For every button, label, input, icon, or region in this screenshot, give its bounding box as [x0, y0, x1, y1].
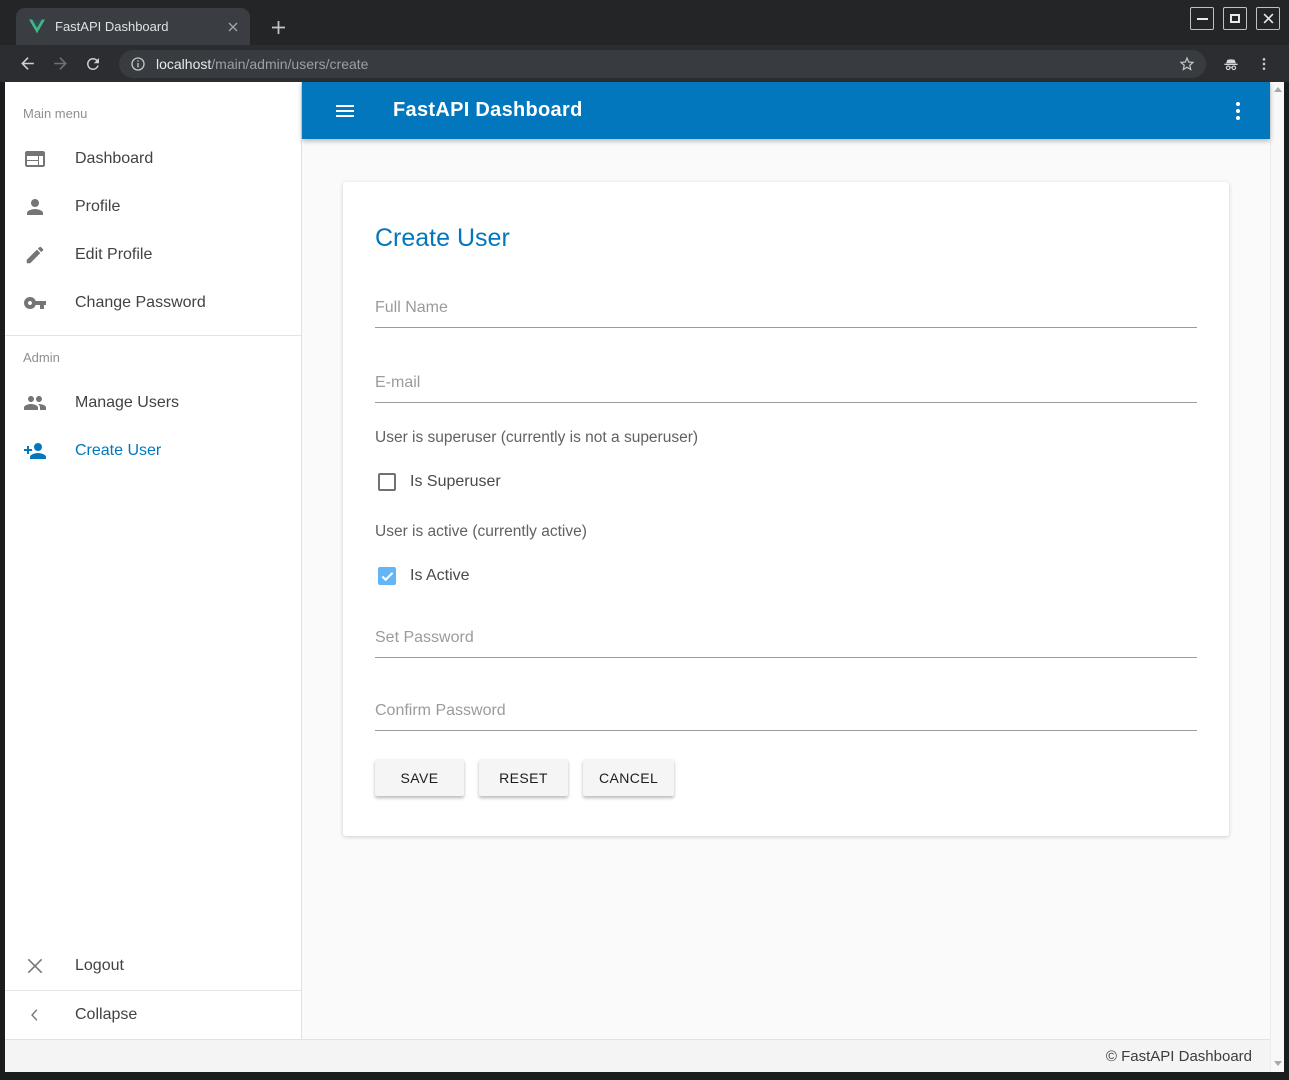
cancel-button[interactable]: CANCEL [583, 759, 674, 796]
main-area: FastAPI Dashboard Create User [302, 82, 1270, 1039]
form-buttons: SAVE RESET CANCEL [375, 759, 1197, 796]
reload-button[interactable] [78, 49, 108, 79]
app-menu-button[interactable] [1218, 91, 1258, 131]
scroll-up-icon[interactable] [1274, 87, 1282, 92]
url-text[interactable]: localhost/main/admin/users/create [156, 56, 1178, 72]
sidebar-section-admin: Admin [5, 344, 301, 379]
page-scrollbar[interactable] [1270, 82, 1284, 1072]
forward-button[interactable] [45, 49, 75, 79]
hamburger-menu-icon[interactable] [325, 91, 365, 131]
sidebar-item-label: Manage Users [75, 394, 179, 412]
sidebar: Main menu Dashboard Profile [5, 82, 302, 1039]
active-hint: User is active (currently active) [375, 523, 1197, 541]
full-name-field-group [375, 299, 1197, 328]
group-icon [23, 391, 47, 415]
sidebar-divider [5, 335, 301, 336]
maximize-button[interactable] [1223, 7, 1247, 30]
email-input[interactable] [375, 374, 1197, 392]
sidebar-item-collapse[interactable]: Collapse [5, 991, 301, 1039]
pencil-icon [23, 243, 47, 267]
confirm-password-input[interactable] [375, 702, 1197, 720]
sidebar-item-logout[interactable]: Logout [5, 942, 301, 990]
browser-titlebar: FastAPI Dashboard [0, 0, 1289, 45]
sidebar-item-dashboard[interactable]: Dashboard [5, 135, 301, 183]
browser-tab[interactable]: FastAPI Dashboard [16, 8, 250, 45]
save-button[interactable]: SAVE [375, 759, 464, 796]
sidebar-item-create-user[interactable]: Create User [5, 427, 301, 475]
active-checkbox-row[interactable]: Is Active [375, 567, 1197, 585]
chevron-left-icon [23, 1003, 47, 1027]
bookmark-star-icon[interactable] [1178, 55, 1196, 73]
sidebar-item-label: Logout [75, 957, 124, 975]
vue-logo-icon [29, 19, 45, 34]
page-info-icon[interactable] [130, 56, 146, 72]
address-bar[interactable]: localhost/main/admin/users/create [119, 50, 1206, 78]
superuser-hint: User is superuser (currently is not a su… [375, 429, 1197, 447]
app-bar: FastAPI Dashboard [302, 82, 1270, 139]
minimize-button[interactable] [1190, 7, 1214, 30]
browser-window: FastAPI Dashboard [0, 0, 1289, 1080]
active-checkbox[interactable] [378, 567, 396, 585]
person-add-icon [23, 439, 47, 463]
url-path: /main/admin/users/create [211, 56, 368, 72]
sidebar-item-label: Collapse [75, 1006, 137, 1024]
full-name-input[interactable] [375, 299, 1197, 317]
page-content: Create User User is superuser (currently… [302, 139, 1270, 1039]
dashboard-icon [23, 147, 47, 171]
app-title: FastAPI Dashboard [393, 99, 583, 122]
sidebar-item-profile[interactable]: Profile [5, 183, 301, 231]
incognito-icon [1216, 49, 1246, 79]
reset-button[interactable]: RESET [479, 759, 568, 796]
email-field-group [375, 374, 1197, 403]
active-checkbox-label: Is Active [410, 567, 470, 585]
form-title: Create User [375, 224, 1197, 253]
sidebar-item-label: Create User [75, 442, 161, 460]
sidebar-item-manage-users[interactable]: Manage Users [5, 379, 301, 427]
url-host: localhost [156, 56, 211, 72]
password-input[interactable] [375, 629, 1197, 647]
sidebar-bottom: Logout Collapse [5, 942, 301, 1039]
create-user-card: Create User User is superuser (currently… [343, 182, 1229, 836]
window-controls [1190, 7, 1280, 30]
scroll-down-icon[interactable] [1274, 1061, 1282, 1066]
superuser-checkbox-row[interactable]: Is Superuser [375, 473, 1197, 491]
sidebar-item-label: Dashboard [75, 150, 153, 168]
tab-close-icon[interactable] [224, 18, 242, 36]
close-icon [23, 954, 47, 978]
sidebar-item-label: Edit Profile [75, 246, 152, 264]
tab-title: FastAPI Dashboard [55, 19, 224, 34]
person-icon [23, 195, 47, 219]
password-field-group [375, 629, 1197, 658]
confirm-password-field-group [375, 702, 1197, 731]
sidebar-section-main-menu: Main menu [5, 100, 301, 135]
browser-toolbar: localhost/main/admin/users/create [0, 45, 1289, 82]
superuser-checkbox-label: Is Superuser [410, 473, 501, 491]
new-tab-button[interactable] [264, 13, 292, 41]
page-footer: © FastAPI Dashboard [5, 1039, 1270, 1072]
close-window-button[interactable] [1256, 7, 1280, 30]
superuser-checkbox[interactable] [378, 473, 396, 491]
sidebar-item-edit-profile[interactable]: Edit Profile [5, 231, 301, 279]
sidebar-item-label: Change Password [75, 294, 206, 312]
page-viewport: Main menu Dashboard Profile [0, 82, 1289, 1080]
browser-menu-button[interactable] [1249, 49, 1279, 79]
back-button[interactable] [12, 49, 42, 79]
key-icon [23, 291, 47, 315]
sidebar-item-label: Profile [75, 198, 120, 216]
sidebar-item-change-password[interactable]: Change Password [5, 279, 301, 327]
copyright-text: © FastAPI Dashboard [1106, 1048, 1252, 1065]
